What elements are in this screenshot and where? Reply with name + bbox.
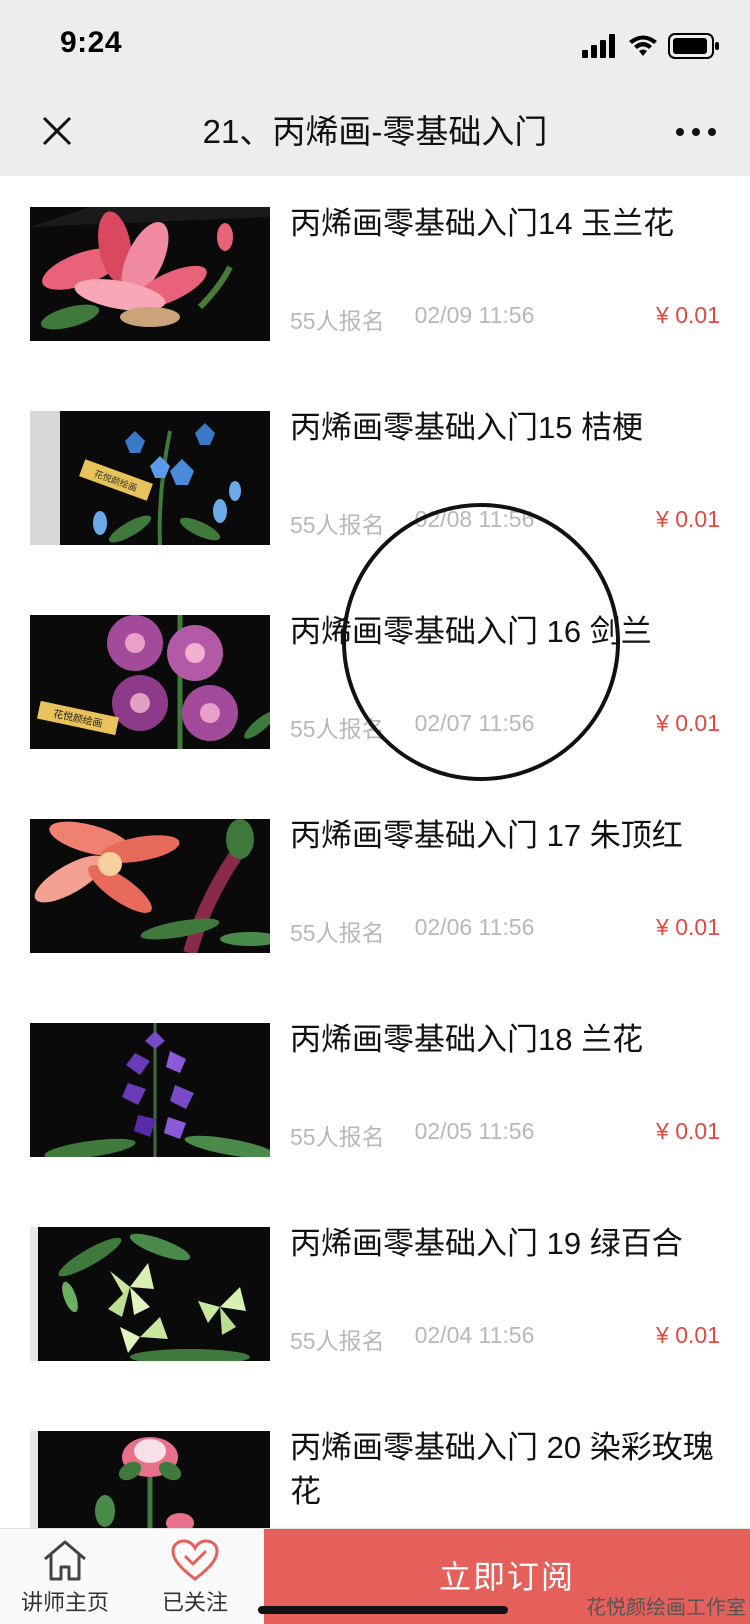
- list-item[interactable]: 丙烯画零基础入门14 玉兰花 55人报名 02/09 11:56 ¥ 0.01: [0, 176, 750, 380]
- course-title: 丙烯画零基础入门14 玉兰花: [290, 206, 675, 241]
- more-icon[interactable]: [672, 114, 720, 150]
- course-title: 丙烯画零基础入门 20 染彩玫瑰花: [290, 1430, 714, 1509]
- list-item[interactable]: 丙烯画零基础入门 17 朱顶红 55人报名 02/06 11:56 ¥ 0.01: [0, 788, 750, 992]
- follow-button[interactable]: 已关注: [130, 1529, 260, 1624]
- course-thumbnail: [30, 1431, 270, 1528]
- course-date: 02/08 11:56: [414, 506, 535, 532]
- course-list: 丙烯画零基础入门14 玉兰花 55人报名 02/09 11:56 ¥ 0.01: [0, 176, 750, 1528]
- heart-check-icon: [171, 1539, 219, 1581]
- course-price: ¥ 0.01: [656, 302, 720, 328]
- course-title: 丙烯画零基础入门 16 剑兰: [290, 614, 652, 649]
- course-thumbnail: 花悦颜绘画: [30, 615, 270, 749]
- course-date: 02/05 11:56: [414, 1118, 535, 1144]
- wifi-icon: [629, 35, 657, 56]
- course-date: 02/04 11:56: [414, 1322, 535, 1348]
- follow-label: 已关注: [161, 1590, 228, 1615]
- course-price: ¥ 0.01: [656, 1118, 720, 1144]
- list-item[interactable]: 丙烯画零基础入门 19 绿百合 55人报名 02/04 11:56 ¥ 0.01: [0, 1196, 750, 1400]
- battery-icon: [668, 33, 719, 59]
- course-thumbnail: [30, 1227, 270, 1361]
- watermark: 花悦颜绘画工作室: [586, 1597, 746, 1619]
- course-thumbnail: 花悦颜绘画: [30, 411, 270, 545]
- course-title: 丙烯画零基础入门 17 朱顶红: [290, 818, 683, 853]
- course-thumbnail: [30, 819, 270, 953]
- list-item[interactable]: 花悦颜绘画 丙烯画零基础入门15 桔梗 55人报名 02/08 11:56 ¥ …: [0, 380, 750, 584]
- list-item[interactable]: 花悦颜绘画 丙烯画零基础入门 16 剑兰 55人报名 02/07 11:56 ¥…: [0, 584, 750, 788]
- home-icon: [44, 1540, 86, 1581]
- list-item[interactable]: 丙烯画零基础入门 20 染彩玫瑰花: [0, 1400, 750, 1528]
- teacher-home-label: 讲师主页: [20, 1590, 109, 1615]
- page-title: 21、丙烯画-零基础入门: [202, 113, 548, 150]
- course-price: ¥ 0.01: [656, 710, 720, 736]
- status-time: 9:24: [60, 26, 123, 59]
- course-price: ¥ 0.01: [656, 1322, 720, 1348]
- bottom-bar: 讲师主页 已关注 立即订阅 花悦颜绘画工作室: [0, 1528, 750, 1624]
- course-meta: 55人报名 02/08 11:56: [290, 506, 534, 540]
- course-title: 丙烯画零基础入门18 兰花: [290, 1022, 644, 1057]
- course-price: ¥ 0.01: [656, 506, 720, 532]
- course-date: 02/06 11:56: [414, 914, 535, 940]
- course-meta: 55人报名 02/06 11:56: [290, 914, 534, 948]
- signup-count: 55人报名: [290, 308, 385, 334]
- course-title: 丙烯画零基础入门 19 绿百合: [290, 1226, 683, 1261]
- teacher-home-button[interactable]: 讲师主页: [0, 1529, 130, 1624]
- course-thumbnail: [30, 1023, 270, 1157]
- course-date: 02/07 11:56: [414, 710, 535, 736]
- course-thumbnail: [30, 207, 270, 341]
- course-price: ¥ 0.01: [656, 914, 720, 940]
- status-icons: [582, 32, 720, 60]
- signup-count: 55人报名: [290, 920, 385, 946]
- status-bar: 9:24: [0, 0, 750, 88]
- nav-bar: 21、丙烯画-零基础入门: [0, 88, 750, 176]
- course-meta: 55人报名 02/04 11:56: [290, 1322, 534, 1356]
- signup-count: 55人报名: [290, 716, 385, 742]
- course-date: 02/09 11:56: [414, 302, 535, 328]
- home-indicator: [258, 1606, 508, 1614]
- course-title: 丙烯画零基础入门15 桔梗: [290, 410, 644, 445]
- signup-count: 55人报名: [290, 1328, 385, 1354]
- signup-count: 55人报名: [290, 512, 385, 538]
- course-meta: 55人报名 02/09 11:56: [290, 302, 534, 336]
- close-icon[interactable]: [36, 110, 78, 152]
- list-item[interactable]: 丙烯画零基础入门18 兰花 55人报名 02/05 11:56 ¥ 0.01: [0, 992, 750, 1196]
- signal-icon: [582, 34, 615, 58]
- signup-count: 55人报名: [290, 1124, 385, 1150]
- course-meta: 55人报名 02/05 11:56: [290, 1118, 534, 1152]
- course-meta: 55人报名 02/07 11:56: [290, 710, 534, 744]
